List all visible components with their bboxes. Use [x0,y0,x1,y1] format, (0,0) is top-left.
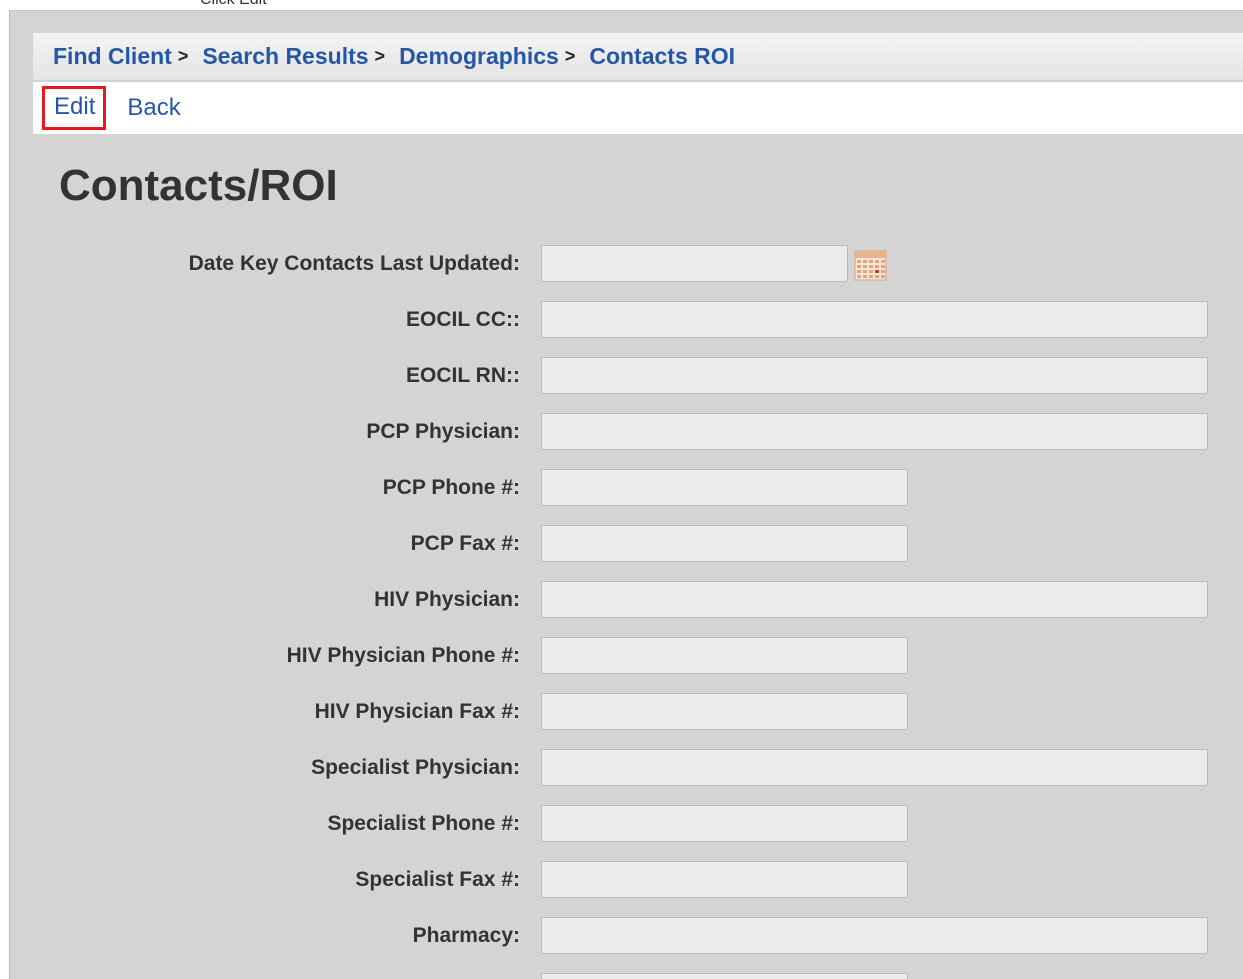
specialist-fax-input[interactable] [541,861,908,898]
pcp-physician-input[interactable] [541,413,1208,450]
form-row-specialist-fax: Specialist Fax #: [10,860,1243,900]
pcp-fax-input[interactable] [541,525,908,562]
field-label-box: PCP Phone #: [10,468,520,508]
breadcrumb-find-client[interactable]: Find Client [53,43,172,70]
hiv-physician-phone-input[interactable] [541,637,908,674]
eocil-cc-input[interactable] [541,301,1208,338]
field-label: HIV Physician: [374,588,520,611]
field-label-box: HIV Physician: [10,580,520,620]
breadcrumb-demographics[interactable]: Demographics [399,43,559,70]
pharmacy-input[interactable] [541,917,1208,954]
eocil-rn-input[interactable] [541,357,1208,394]
specialist-phone-input[interactable] [541,805,908,842]
form-row-eocil-cc: EOCIL CC:: [10,300,1243,340]
unlabeled-input[interactable] [541,973,908,979]
form-row-hiv-physician-phone: HIV Physician Phone #: [10,636,1243,676]
back-link[interactable]: Back [127,94,180,122]
specialist-physician-input[interactable] [541,749,1208,786]
field-label: Specialist Phone #: [327,812,520,835]
date-key-contacts-last-updated-input[interactable] [541,245,848,282]
field-label: PCP Physician: [366,420,520,443]
calendar-icon[interactable] [853,248,888,282]
breadcrumb-separator: > [177,46,189,66]
hiv-physician-input[interactable] [541,581,1208,618]
page-title: Contacts/ROI [59,161,338,210]
breadcrumb-separator: > [564,46,576,66]
form-row-hiv-physician-fax: HIV Physician Fax #: [10,692,1243,732]
action-bar: Edit Back [33,82,1243,134]
field-label-box: PCP Fax #: [10,524,520,564]
field-label: EOCIL RN:: [406,364,520,387]
field-label: Specialist Fax #: [355,868,520,891]
field-label: HIV Physician Fax #: [314,700,520,723]
form-row-pharmacy: Pharmacy: [10,916,1243,956]
breadcrumb-search-results[interactable]: Search Results [202,43,368,70]
contacts-roi-panel: Find Client > Search Results > Demograph… [9,10,1243,979]
instruction-caption: Click Edit [200,0,267,9]
field-label: Specialist Physician: [311,756,520,779]
field-label-box: HIV Physician Phone #: [10,636,520,676]
form-row-specialist-physician: Specialist Physician: [10,748,1243,788]
field-label: PCP Fax #: [410,532,520,555]
field-label-box: Specialist Phone #: [10,804,520,844]
field-label: Date Key Contacts Last Updated: [188,252,520,275]
form-row-eocil-rn: EOCIL RN:: [10,356,1243,396]
hiv-physician-fax-input[interactable] [541,693,908,730]
form-row-date-key-contacts-last-updated: Date Key Contacts Last Updated: [10,244,1243,284]
field-label-box: PCP Physician: [10,412,520,452]
pcp-phone-input[interactable] [541,469,908,506]
field-label-box: EOCIL RN:: [10,356,520,396]
field-label: HIV Physician Phone #: [286,644,520,667]
field-label-box: Specialist Physician: [10,748,520,788]
field-label-box: EOCIL CC:: [10,300,520,340]
edit-link[interactable]: Edit [42,86,107,130]
field-label-box: HIV Physician Fax #: [10,692,520,732]
field-label: PCP Phone #: [382,476,520,499]
field-label-box: Date Key Contacts Last Updated: [10,244,520,284]
breadcrumb-separator: > [374,46,386,66]
field-label-box: Pharmacy: [10,916,520,956]
form-row-pcp-physician: PCP Physician: [10,412,1243,452]
field-label: EOCIL CC:: [406,308,520,331]
breadcrumb-contacts-roi[interactable]: Contacts ROI [589,43,735,70]
field-label-box: Specialist Fax #: [10,860,520,900]
form-row-hiv-physician: HIV Physician: [10,580,1243,620]
field-label: Pharmacy: [412,924,520,947]
breadcrumb: Find Client > Search Results > Demograph… [33,33,1243,81]
form-row-pcp-fax: PCP Fax #: [10,524,1243,564]
form-row-specialist-phone: Specialist Phone #: [10,804,1243,844]
form-row-pcp-phone: PCP Phone #: [10,468,1243,508]
